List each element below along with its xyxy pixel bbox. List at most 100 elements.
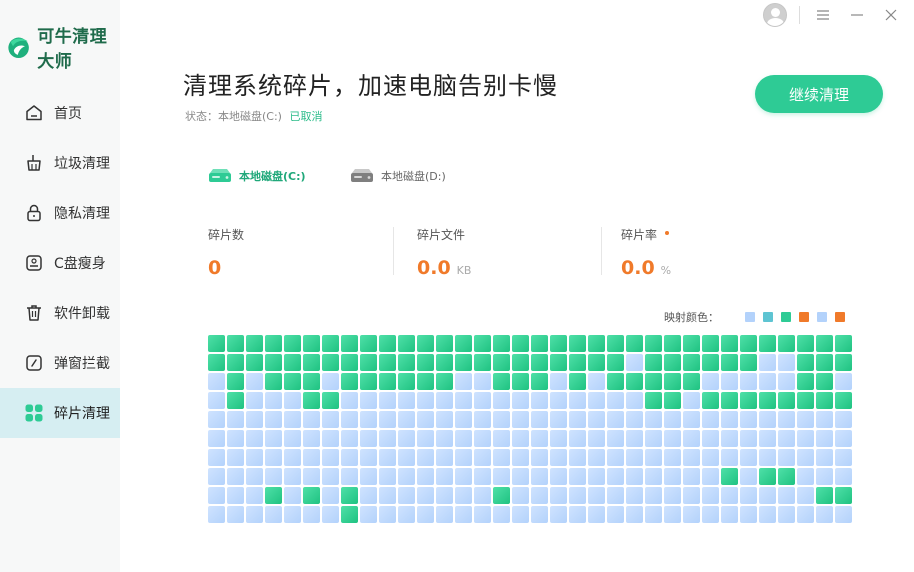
legend-swatch (817, 312, 827, 322)
stat-fragment-files: 碎片文件 0.0 KB (417, 226, 471, 279)
block-empty (607, 449, 624, 466)
trash-icon (24, 303, 44, 323)
sidebar-item-privacy-clean[interactable]: 隐私清理 (0, 188, 120, 238)
block-empty (512, 487, 529, 504)
block-used (683, 373, 700, 390)
block-empty (379, 411, 396, 428)
stat-unit: KB (456, 264, 472, 277)
block-empty (816, 468, 833, 485)
avatar[interactable] (763, 3, 787, 27)
block-used (797, 373, 814, 390)
block-used (246, 335, 263, 352)
block-empty (721, 506, 738, 523)
block-empty (588, 392, 605, 409)
block-empty (436, 487, 453, 504)
block-empty (227, 468, 244, 485)
block-used (303, 487, 320, 504)
block-empty (208, 487, 225, 504)
block-empty (417, 506, 434, 523)
block-empty (436, 449, 453, 466)
block-empty (512, 392, 529, 409)
block-used (759, 468, 776, 485)
block-empty (379, 449, 396, 466)
block-used (835, 392, 852, 409)
block-empty (455, 449, 472, 466)
block-used (645, 392, 662, 409)
sidebar-item-uninstall[interactable]: 软件卸载 (0, 288, 120, 338)
block-empty (797, 487, 814, 504)
block-empty (740, 487, 757, 504)
sidebar-item-home[interactable]: 首页 (0, 88, 120, 138)
block-empty (246, 430, 263, 447)
block-used (246, 354, 263, 371)
block-used (797, 335, 814, 352)
block-empty (284, 506, 301, 523)
minimize-icon[interactable] (846, 4, 868, 26)
block-empty (550, 449, 567, 466)
block-empty (702, 506, 719, 523)
block-used (512, 354, 529, 371)
block-empty (721, 430, 738, 447)
block-empty (208, 392, 225, 409)
block-empty (664, 506, 681, 523)
block-used (645, 335, 662, 352)
block-empty (531, 506, 548, 523)
block-empty (493, 411, 510, 428)
sidebar-item-popup-block[interactable]: 弹窗拦截 (0, 338, 120, 388)
drive-c-tab[interactable]: 本地磁盘(C:) (207, 166, 306, 186)
drive-d-tab[interactable]: 本地磁盘(D:) (349, 166, 446, 186)
block-empty (626, 354, 643, 371)
sidebar-item-defrag[interactable]: 碎片清理 (0, 388, 120, 438)
block-used (322, 392, 339, 409)
block-empty (569, 468, 586, 485)
block-empty (360, 449, 377, 466)
sidebar-item-c-drive-slim[interactable]: C盘瘦身 (0, 238, 120, 288)
close-icon[interactable] (880, 4, 902, 26)
block-empty (550, 468, 567, 485)
block-empty (284, 411, 301, 428)
block-used (531, 335, 548, 352)
block-empty (569, 506, 586, 523)
block-empty (322, 449, 339, 466)
block-used (778, 392, 795, 409)
block-used (702, 354, 719, 371)
continue-clean-button[interactable]: 继续清理 (755, 75, 883, 113)
block-used (436, 335, 453, 352)
block-empty (474, 411, 491, 428)
block-empty (626, 392, 643, 409)
app-logo: 可牛清理大师 (6, 22, 120, 72)
block-empty (227, 506, 244, 523)
legend-swatch (763, 312, 773, 322)
stat-label: 碎片文件 (417, 228, 466, 242)
block-empty (436, 430, 453, 447)
block-used (816, 487, 833, 504)
block-empty (702, 430, 719, 447)
block-used (322, 335, 339, 352)
menu-icon[interactable] (812, 4, 834, 26)
block-empty (208, 373, 225, 390)
broom-icon (24, 153, 44, 173)
block-used (417, 335, 434, 352)
block-empty (569, 430, 586, 447)
block-empty (227, 487, 244, 504)
block-used (664, 373, 681, 390)
block-used (493, 487, 510, 504)
grid-icon (24, 403, 44, 423)
block-used (493, 354, 510, 371)
block-empty (398, 430, 415, 447)
block-empty (284, 392, 301, 409)
block-empty (797, 449, 814, 466)
block-empty (474, 392, 491, 409)
block-empty (740, 411, 757, 428)
legend-swatch (745, 312, 755, 322)
block-empty (588, 411, 605, 428)
block-empty (493, 506, 510, 523)
sidebar-item-junk-clean[interactable]: 垃圾清理 (0, 138, 120, 188)
block-empty (493, 468, 510, 485)
block-used (493, 335, 510, 352)
divider (601, 227, 602, 275)
block-used (512, 373, 529, 390)
block-used (474, 354, 491, 371)
block-empty (645, 506, 662, 523)
block-empty (645, 449, 662, 466)
